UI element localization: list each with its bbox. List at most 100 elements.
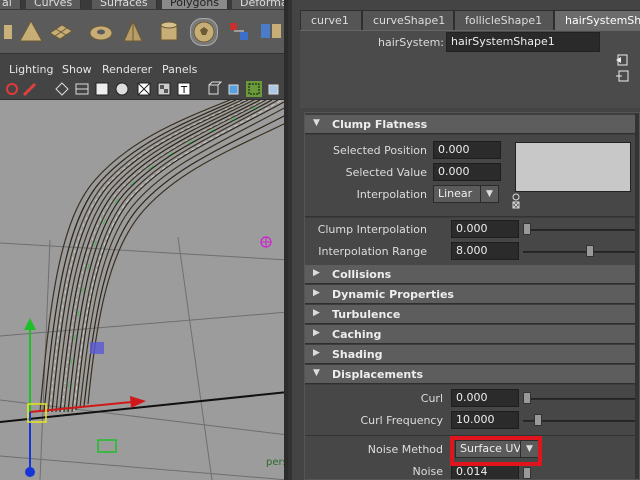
clump-interpolation-slider-handle[interactable] [523, 223, 531, 235]
ramp-key-icon[interactable] [511, 193, 521, 211]
poly-prism-icon[interactable] [120, 19, 146, 45]
viewport-panel: al Curves Surfaces Polygons Deforma Ligh… [0, 0, 288, 480]
curl-slider-track[interactable] [523, 398, 639, 400]
sphere-shade-icon[interactable] [114, 81, 130, 97]
poly-combine-icon[interactable] [258, 19, 284, 45]
hair-locator-icon[interactable] [90, 342, 104, 354]
viewport-toolbar: T [0, 78, 288, 100]
shelf-tab-al[interactable]: al [0, 0, 21, 9]
curl-frequency-field[interactable]: 10.000 [451, 411, 519, 429]
interpolation-range-label: Interpolation Range [318, 245, 427, 258]
tab-curve1[interactable]: curve1 [300, 10, 362, 30]
poly-plane-icon[interactable] [48, 19, 74, 45]
section-displacements[interactable]: ▼ Displacements [305, 365, 639, 384]
expand-arrow-icon[interactable]: ▶ [313, 308, 320, 318]
clump-interpolation-slider-track[interactable] [523, 229, 639, 231]
expand-arrow-icon[interactable]: ▶ [313, 268, 320, 278]
section-dynamic-properties[interactable]: ▶ Dynamic Properties [305, 285, 639, 304]
hair-curves[interactable] [39, 100, 288, 413]
perspective-viewport[interactable]: pers [0, 100, 288, 480]
viewport-menu-bar: Lighting Show Renderer Panels [0, 60, 288, 78]
poly-helix-icon[interactable] [226, 19, 252, 45]
menu-renderer[interactable]: Renderer [102, 63, 152, 76]
section-title: Caching [332, 328, 382, 341]
paint-brush-icon[interactable] [22, 81, 38, 97]
shaded-cube-icon[interactable] [226, 81, 242, 97]
text-icon[interactable]: T [176, 81, 192, 97]
interpolation-value: Linear [438, 187, 473, 200]
node-name-field[interactable]: hairSystemShape1 [446, 32, 600, 52]
xray-icon[interactable] [136, 81, 152, 97]
smooth-shade-icon[interactable] [94, 81, 110, 97]
isolate-select-icon[interactable] [246, 81, 262, 97]
selected-value-field[interactable]: 0.000 [433, 163, 501, 181]
tab-curveshape1[interactable]: curveShape1 [362, 10, 454, 30]
clump-interpolation-label: Clump Interpolation [317, 223, 427, 236]
texture-icon[interactable] [156, 81, 172, 97]
section-title: Displacements [332, 368, 424, 381]
node-type-label: hairSystem: [378, 36, 445, 49]
presets-icon[interactable] [616, 70, 630, 82]
section-title: Collisions [332, 268, 392, 281]
clump-flatness-ramp[interactable] [515, 142, 631, 192]
section-turbulence[interactable]: ▶ Turbulence [305, 305, 639, 324]
tab-follicleshape1[interactable]: follicleShape1 [454, 10, 554, 30]
shelf-tab-polygons[interactable]: Polygons [162, 0, 228, 9]
noise-slider-handle[interactable] [523, 467, 531, 479]
curl-slider-handle[interactable] [523, 392, 531, 404]
shelf-tab-curves[interactable]: Curves [26, 0, 82, 9]
section-shading[interactable]: ▶ Shading [305, 345, 639, 364]
interpolation-dropdown[interactable]: Linear ▼ [433, 185, 499, 203]
attribute-scroll-area[interactable]: ▼ Clump Flatness Selected Position 0.000… [304, 112, 640, 480]
shelf-tab-surfaces[interactable]: Surfaces [92, 0, 157, 9]
poly-torus-icon[interactable] [88, 19, 114, 45]
chevron-down-icon[interactable]: ▼ [480, 186, 498, 202]
menu-panels[interactable]: Panels [162, 63, 197, 76]
node-tabs: curve1 curveShape1 follicleShape1 hairSy… [300, 10, 640, 30]
menu-lighting[interactable]: Lighting [9, 63, 53, 76]
shelf-tabs: al Curves Surfaces Polygons Deforma [0, 0, 288, 10]
section-clump-flatness[interactable]: ▼ Clump Flatness [305, 115, 639, 134]
interpolation-label: Interpolation [356, 188, 427, 201]
expand-arrow-icon[interactable]: ▶ [313, 288, 320, 298]
interpolation-range-slider-handle[interactable] [586, 245, 594, 257]
svg-text:T: T [180, 85, 188, 96]
attribute-editor: curve1 curveShape1 follicleShape1 hairSy… [292, 0, 640, 480]
section-title: Dynamic Properties [332, 288, 454, 301]
shelf-tab-deforma[interactable]: Deforma [232, 0, 288, 9]
expand-arrow-icon[interactable]: ▶ [313, 348, 320, 358]
expand-arrow-icon[interactable]: ▶ [313, 328, 320, 338]
selected-position-label: Selected Position [332, 144, 427, 157]
scene-canvas[interactable] [0, 100, 288, 480]
collapse-arrow-icon[interactable]: ▼ [313, 368, 320, 378]
collapse-arrow-icon[interactable]: ▼ [313, 118, 320, 128]
poly-soccer-ball-icon[interactable] [190, 18, 218, 46]
menu-show[interactable]: Show [62, 63, 92, 76]
interpolation-range-field[interactable]: 8.000 [451, 242, 519, 260]
poly-pipe-icon[interactable] [156, 19, 182, 45]
poly-cone-icon[interactable] [18, 19, 44, 45]
curl-field[interactable]: 0.000 [451, 389, 519, 407]
grid-display-icon[interactable] [74, 81, 90, 97]
interpolation-range-slider-track[interactable] [523, 251, 639, 253]
wire-cube-icon[interactable] [206, 81, 222, 97]
selected-position-field[interactable]: 0.000 [433, 141, 501, 159]
textured-cube-icon[interactable] [266, 81, 282, 97]
ground-grid [0, 236, 288, 480]
wireframe-icon[interactable] [54, 81, 70, 97]
z-axis-cap-icon[interactable] [25, 467, 35, 477]
shelf [0, 10, 288, 54]
noise-label: Noise [412, 465, 443, 478]
clump-interpolation-field[interactable]: 0.000 [451, 220, 519, 238]
curl-label: Curl [420, 392, 443, 405]
crosshair-icon[interactable] [4, 81, 20, 97]
ground-marker-icon [97, 439, 117, 453]
y-axis-arrow-icon[interactable] [24, 318, 36, 330]
curl-frequency-slider-handle[interactable] [534, 414, 542, 426]
selected-value-label: Selected Value [345, 166, 427, 179]
focus-icon[interactable] [616, 54, 630, 66]
section-collisions[interactable]: ▶ Collisions [305, 265, 639, 284]
tab-hairsystemshape[interactable]: hairSystemShape [554, 10, 640, 30]
section-caching[interactable]: ▶ Caching [305, 325, 639, 344]
attribute-scrollbar[interactable] [635, 113, 639, 479]
